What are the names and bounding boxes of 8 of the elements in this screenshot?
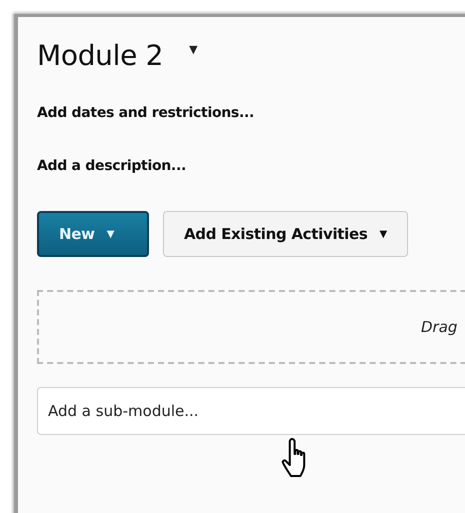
module-title: Module 2: [37, 38, 164, 72]
drop-zone-text: Drag: [421, 318, 458, 336]
action-link[interactable]: Add a description...: [37, 158, 186, 174]
action-link[interactable]: Add dates and restrictions...: [37, 105, 254, 121]
sub-module-field[interactable]: Add a sub-module...: [37, 387, 465, 435]
module-menu-caret[interactable]: ▼: [189, 42, 198, 56]
add-existing-activities-button[interactable]: Add Existing Activities ▼: [163, 211, 408, 257]
new-button[interactable]: New ▼: [37, 211, 149, 257]
